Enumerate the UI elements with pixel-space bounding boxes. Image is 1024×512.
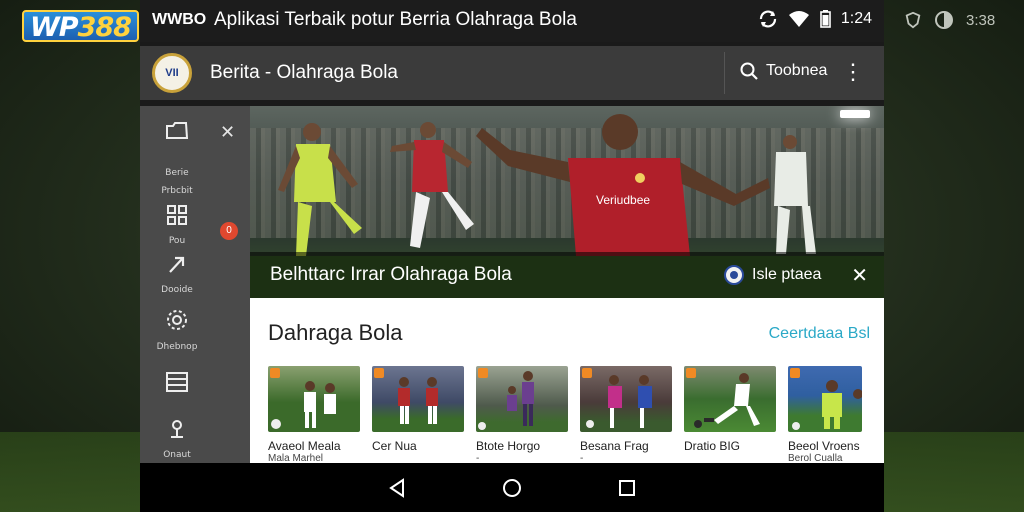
sidebar-item-label: Onaut bbox=[163, 450, 191, 460]
news-thumbnail bbox=[372, 366, 464, 432]
white-player-right bbox=[774, 135, 816, 254]
news-card-list: Avaeol Meala Mala Marhel Cer Nua Btote H… bbox=[268, 366, 862, 464]
yellow-player bbox=[278, 123, 362, 256]
list-icon bbox=[166, 372, 188, 392]
see-all-link[interactable]: Ceertdaaa Bsl bbox=[769, 325, 870, 343]
pin-icon bbox=[171, 420, 183, 438]
news-card-title: Cer Nua bbox=[372, 439, 417, 453]
app-bar: VII Berita - Olahraga Bola Toobnea ⋮ bbox=[140, 46, 884, 100]
news-card-title: Beeol Vroens bbox=[788, 439, 860, 453]
section-heading: Dahraga Bola bbox=[268, 320, 403, 345]
settings-icon bbox=[167, 310, 187, 330]
wifi-icon bbox=[788, 11, 809, 27]
status-title: Aplikasi Terbaik potur Berria Olahraga B… bbox=[214, 9, 577, 30]
hero-banner[interactable]: Veriudbee Belhttarc Irrar Olahraga Bola … bbox=[250, 106, 884, 298]
news-card[interactable]: Beeol Vroens Berol Cualla bbox=[788, 366, 862, 464]
app-title: Berita - Olahraga Bola bbox=[210, 62, 398, 83]
status-clock: 1:24 bbox=[840, 10, 872, 27]
news-card[interactable]: Avaeol Meala Mala Marhel bbox=[268, 366, 360, 464]
red-player-left bbox=[390, 122, 474, 248]
sidebar-item-label: Dhebnop bbox=[156, 342, 198, 352]
back-button[interactable] bbox=[388, 477, 406, 498]
club-avatar[interactable]: VII bbox=[152, 53, 192, 93]
hero-source: Isle ptaea bbox=[724, 265, 821, 285]
news-section: Dahraga Bola Ceertdaaa Bsl Avaeol Meala … bbox=[250, 298, 884, 464]
grid-icon bbox=[167, 205, 187, 225]
sidebar-item-label: Pou bbox=[168, 236, 186, 246]
news-thumbnail bbox=[788, 366, 862, 432]
sidebar-item-label: Dooide bbox=[161, 285, 193, 295]
arrow-icon bbox=[169, 256, 185, 273]
notification-badge: 0 bbox=[220, 222, 238, 240]
carrier-label: WWBO bbox=[152, 11, 207, 28]
sidebar-item-settings[interactable]: Dhebnop bbox=[140, 308, 214, 354]
search-icon bbox=[740, 62, 758, 80]
phone-screen: WWBO Aplikasi Terbaik potur Berria Olahr… bbox=[140, 0, 884, 512]
sync-icon bbox=[759, 10, 776, 28]
jersey-text: Veriudbee bbox=[596, 193, 650, 207]
club-badge-icon bbox=[724, 265, 744, 285]
news-thumbnail bbox=[268, 366, 360, 432]
divider bbox=[724, 52, 725, 94]
battery-icon bbox=[820, 10, 831, 28]
news-thumbnail bbox=[476, 366, 568, 432]
sidebar-item-grid[interactable]: Pou bbox=[140, 204, 214, 248]
news-card-title: Btote Horgo bbox=[476, 439, 541, 453]
news-card[interactable]: Cer Nua bbox=[372, 366, 464, 464]
status-bar: WWBO Aplikasi Terbaik potur Berria Olahr… bbox=[140, 0, 884, 42]
recents-button[interactable] bbox=[618, 479, 636, 497]
home-button[interactable] bbox=[502, 478, 522, 498]
folder-icon bbox=[166, 122, 189, 139]
back-icon bbox=[389, 477, 404, 498]
hero-caption: Belhttarc Irrar Olahraga Bola bbox=[270, 264, 512, 285]
sidebar: ✕ Berie Prbcbit Pou 0 Dooide Dhebnop Ona… bbox=[140, 106, 250, 463]
sidebar-item-location[interactable]: Onaut bbox=[140, 418, 214, 462]
sidebar-item-news[interactable]: Berie Prbcbit bbox=[140, 162, 214, 198]
news-card[interactable]: Btote Horgo - bbox=[476, 366, 568, 464]
half-circle-icon bbox=[935, 11, 953, 29]
search-label: Toobnea bbox=[766, 62, 828, 79]
news-card[interactable]: Dratio BIG bbox=[684, 366, 776, 464]
shield-icon bbox=[905, 11, 921, 29]
hero-source-label: Isle ptaea bbox=[752, 266, 822, 283]
news-card-title: Besana Frag bbox=[580, 439, 649, 453]
close-sidebar-icon[interactable]: ✕ bbox=[220, 122, 235, 143]
system-nav-bar bbox=[140, 463, 884, 512]
news-card-title: Dratio BIG bbox=[684, 439, 741, 453]
sidebar-item-share[interactable]: Dooide bbox=[140, 253, 214, 297]
home-icon bbox=[503, 478, 521, 497]
news-card[interactable]: Besana Frag - bbox=[580, 366, 672, 464]
sidebar-item-label: Berie Prbcbit bbox=[161, 168, 193, 196]
news-card-title: Avaeol Meala bbox=[268, 439, 341, 453]
close-banner-icon[interactable]: ✕ bbox=[851, 263, 868, 288]
red-player-main: Veriudbee bbox=[476, 114, 770, 256]
recents-icon bbox=[619, 479, 635, 496]
search-button[interactable]: Toobnea bbox=[740, 62, 827, 80]
more-options-icon[interactable]: ⋮ bbox=[842, 59, 864, 85]
outer-status: 3:38 bbox=[904, 10, 995, 30]
news-thumbnail bbox=[684, 366, 776, 432]
sidebar-item-folder[interactable] bbox=[140, 120, 214, 146]
brand-logo: WP388 bbox=[22, 10, 139, 43]
outer-clock: 3:38 bbox=[966, 11, 996, 29]
hero-caption-bar: Belhttarc Irrar Olahraga Bola Isle ptaea… bbox=[250, 252, 884, 298]
sidebar-item-list[interactable] bbox=[140, 370, 214, 398]
news-thumbnail bbox=[580, 366, 672, 432]
